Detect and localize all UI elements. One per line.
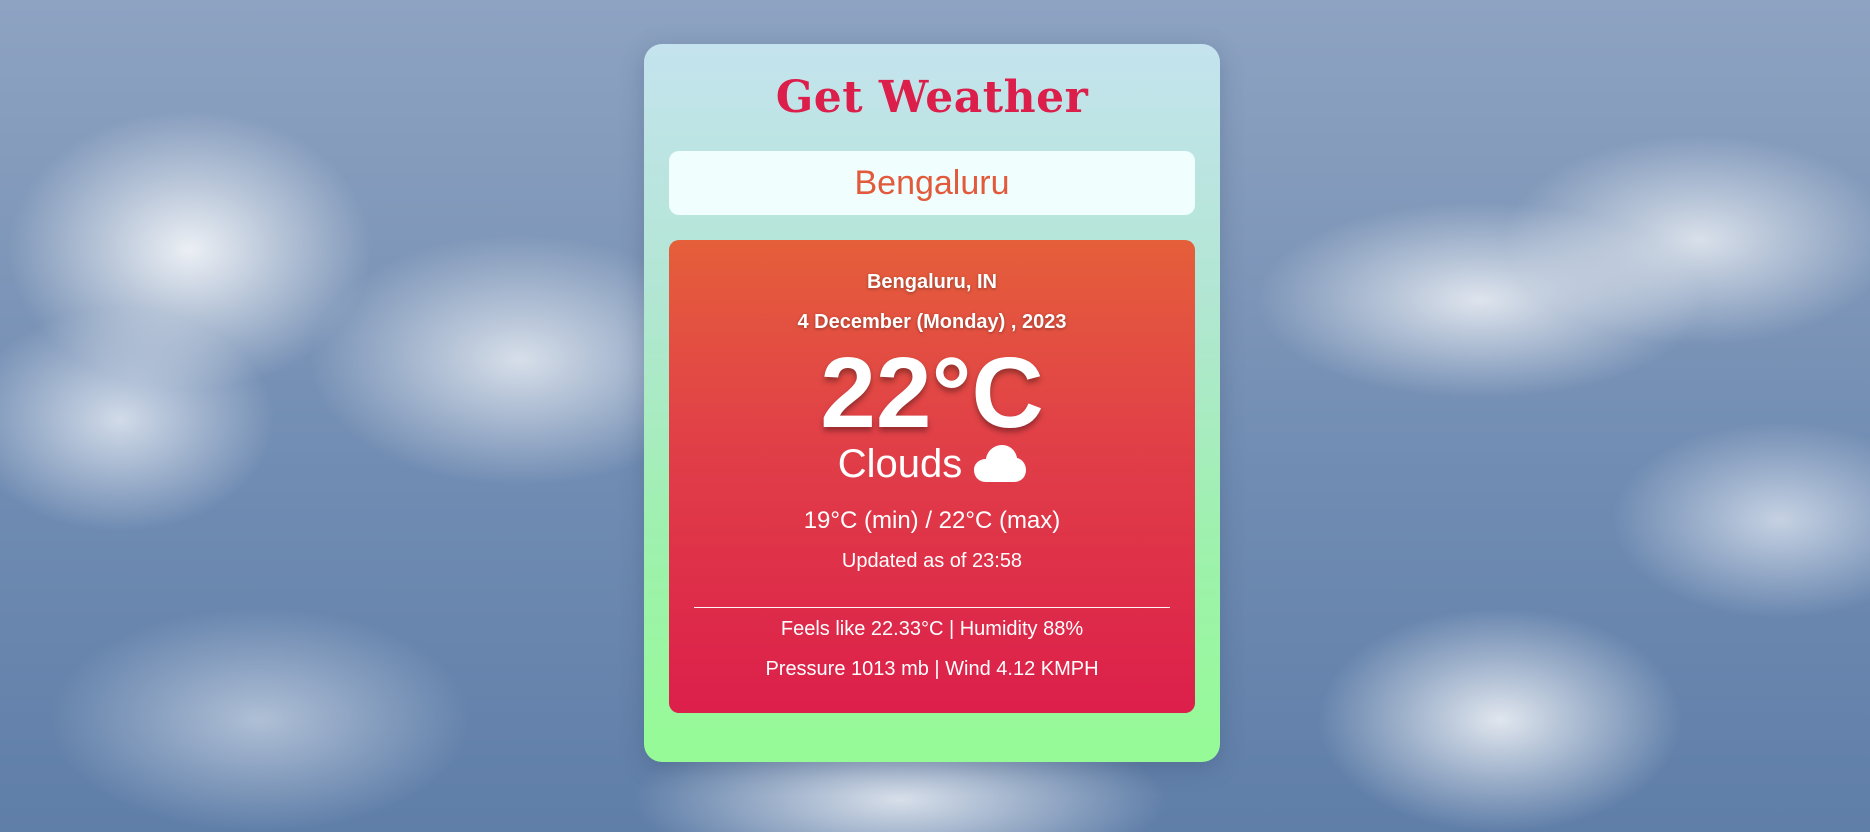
city-search-input[interactable] [669, 151, 1195, 215]
date-label: 4 December (Monday) , 2023 [797, 311, 1067, 333]
condition-label: Clouds [837, 442, 963, 486]
min-max-temperature: 19°C (min) / 22°C (max) [803, 507, 1061, 534]
pressure-wind-label: Pressure 1013 mb | Wind 4.12 KMPH [765, 658, 1099, 680]
weather-card: Get Weather Bengaluru, IN 4 December (Mo… [644, 44, 1220, 762]
condition-row: Clouds [669, 440, 1195, 488]
divider [694, 607, 1170, 608]
updated-time: Updated as of 23:58 [841, 550, 1023, 572]
feels-humidity-label: Feels like 22.33°C | Humidity 88% [780, 618, 1084, 640]
location-label: Bengaluru, IN [866, 271, 997, 293]
temperature-value: 22°C [820, 337, 1044, 449]
cloud-icon [974, 444, 1027, 484]
app-title: Get Weather [775, 72, 1089, 123]
weather-panel: Bengaluru, IN 4 December (Monday) , 2023… [669, 240, 1195, 713]
